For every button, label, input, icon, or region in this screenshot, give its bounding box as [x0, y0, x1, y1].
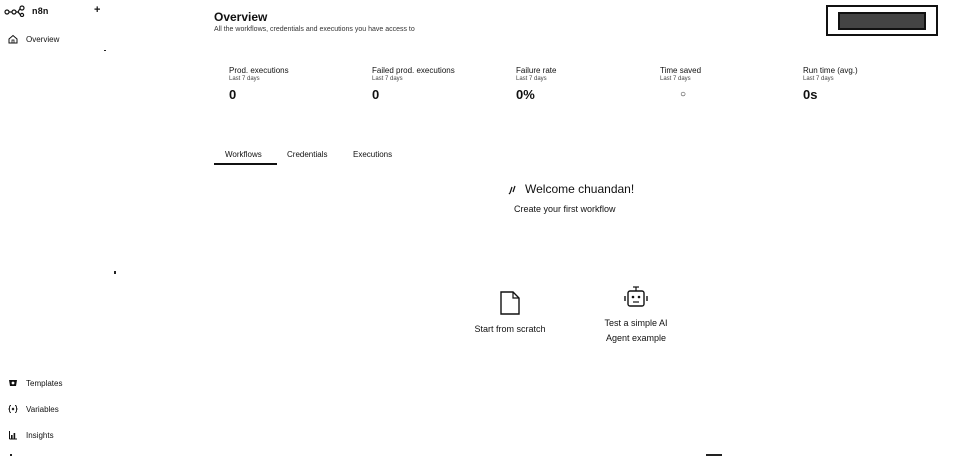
file-icon: [500, 291, 520, 315]
sidebar-item-insights[interactable]: Insights: [8, 430, 54, 440]
card-label-line1: Test a simple AI: [604, 318, 668, 328]
bottom-mark: [706, 454, 722, 456]
sidebar-item-label: Variables: [26, 404, 59, 414]
page-subtitle: All the workflows, credentials and execu…: [214, 26, 415, 33]
stat-label: Failed prod. executions: [372, 66, 455, 75]
stat-value: 0%: [516, 87, 535, 102]
sidebar-item-overview[interactable]: Overview: [8, 34, 59, 44]
stat-value: 0s: [803, 87, 818, 102]
card-label: Start from scratch: [474, 324, 546, 334]
sidebar-mark: [114, 271, 116, 274]
sidebar-mark: [104, 50, 106, 51]
welcome-subtitle: Create your first workflow: [514, 204, 616, 214]
sidebar-mark: [10, 454, 12, 456]
templates-icon: [9, 380, 17, 386]
active-tab-indicator: [214, 163, 277, 165]
stat-label: Failure rate: [516, 66, 557, 75]
sidebar: n8n + Overview Templates Variables Insig…: [0, 0, 120, 458]
stat-value: ○: [680, 89, 687, 100]
sidebar-item-templates[interactable]: Templates: [8, 378, 62, 388]
insights-icon: [9, 431, 17, 440]
stat-run-time-avg[interactable]: Run time (avg.) Last 7 days 0s: [803, 66, 858, 102]
stat-time-saved[interactable]: Time saved Last 7 days ○: [660, 66, 701, 100]
create-workflow-button-inner: [838, 11, 926, 30]
page-title: Overview: [214, 10, 268, 24]
tab-workflows[interactable]: Workflows: [225, 150, 262, 159]
stat-failed-prod-executions[interactable]: Failed prod. executions Last 7 days 0: [372, 66, 455, 102]
stat-failure-rate[interactable]: Failure rate Last 7 days 0%: [516, 66, 556, 102]
variables-icon: [8, 405, 18, 413]
create-workflow-button[interactable]: [826, 5, 938, 36]
n8n-logo-icon: [4, 5, 25, 17]
add-button[interactable]: +: [94, 4, 100, 16]
stat-label: Prod. executions: [229, 66, 289, 75]
tab-executions[interactable]: Executions: [353, 150, 392, 159]
card-label-line2: Agent example: [605, 333, 667, 343]
sidebar-item-label: Overview: [26, 34, 60, 44]
sidebar-item-label: Insights: [26, 430, 54, 440]
stat-value: 0: [229, 87, 237, 102]
stat-period: Last 7 days: [660, 76, 691, 82]
stat-label: Run time (avg.): [803, 66, 858, 75]
ai-agent-example-card[interactable]: Test a simple AI Agent example: [586, 286, 686, 346]
robot-icon: [624, 286, 648, 307]
stat-prod-executions[interactable]: Prod. executions Last 7 days 0: [229, 66, 289, 102]
welcome-heading: Welcome chuandan!: [508, 182, 634, 196]
stat-label: Time saved: [660, 66, 702, 75]
start-from-scratch-card[interactable]: Start from scratch: [460, 290, 560, 337]
wave-icon: [508, 185, 516, 194]
brand[interactable]: n8n: [4, 5, 49, 17]
stat-period: Last 7 days: [229, 76, 260, 82]
sidebar-item-label: Templates: [26, 378, 63, 388]
brand-name: n8n: [32, 6, 49, 16]
tab-credentials[interactable]: Credentials: [287, 150, 327, 159]
stat-value: 0: [372, 87, 380, 102]
sidebar-item-variables[interactable]: Variables: [8, 404, 59, 414]
home-icon: [8, 34, 18, 44]
welcome-title: Welcome chuandan!: [525, 182, 635, 196]
stat-period: Last 7 days: [516, 76, 547, 82]
stat-period: Last 7 days: [803, 76, 834, 82]
stat-period: Last 7 days: [372, 76, 403, 82]
